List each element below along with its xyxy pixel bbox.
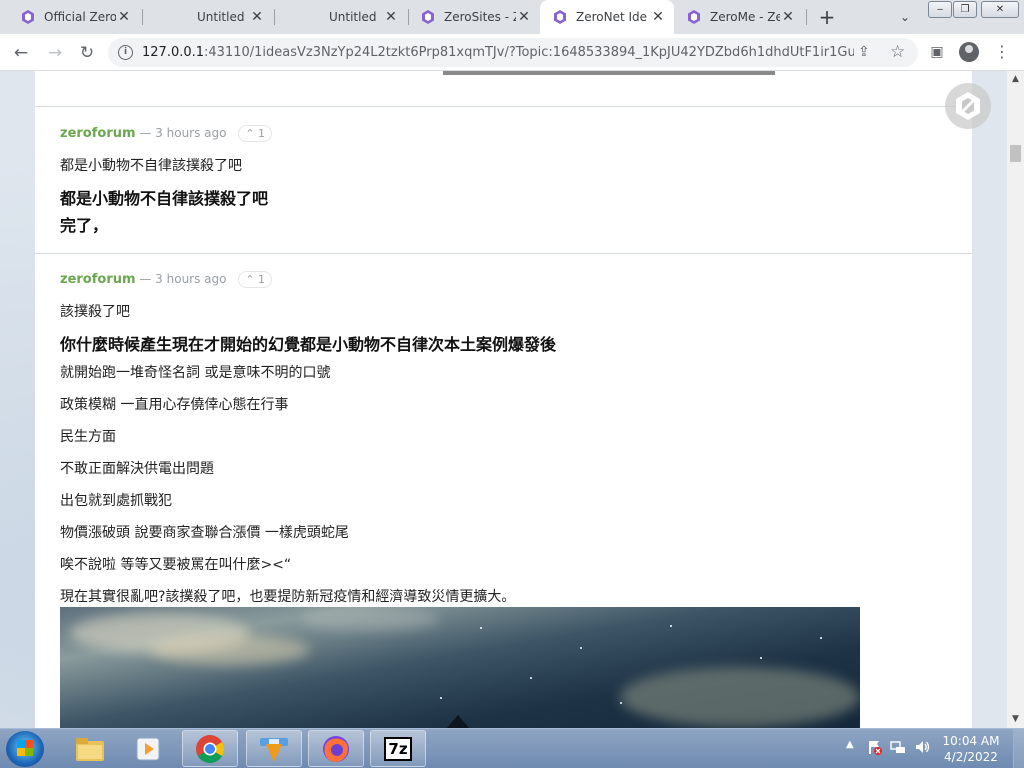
tab-untitled-2[interactable]: Untitled ✕: [275, 0, 407, 34]
night-sky-image: [60, 607, 860, 728]
firefox-icon: [323, 735, 349, 762]
image-bottom-edge: [443, 71, 775, 75]
reload-icon[interactable]: ↻: [76, 42, 98, 64]
media-player-icon: [136, 737, 160, 760]
show-hidden-icons-chevron-icon[interactable]: ▲: [846, 739, 854, 750]
comment-text: 該撲殺了吧: [60, 304, 130, 320]
comment-text: 出包就到處抓戰犯: [60, 493, 172, 509]
url-text[interactable]: 127.0.0.1:43110/1ideasVz3NzYp24L2tzkt6Pr…: [142, 45, 854, 60]
windows-logo-icon: [17, 740, 33, 756]
comment-divider: [35, 253, 972, 254]
vertical-scrollbar[interactable]: ▲ ▼: [1007, 71, 1024, 728]
tab-title: ZeroSites - Z: [444, 10, 516, 24]
tab-strip: Official Zero ✕ Untitled ✕ Untitled ✕ Ze…: [0, 0, 1024, 34]
close-icon[interactable]: ✕: [780, 9, 796, 25]
comment-text: 現在其實很亂吧?該撲殺了吧，也要提防新冠疫情和經濟導致災情更擴大。: [60, 589, 516, 605]
comment-header: zeroforum — 3 hours ago ⌃ 1: [60, 125, 273, 142]
comment-divider: [35, 106, 972, 107]
tab-official-zeronet[interactable]: Official Zero ✕: [8, 0, 140, 34]
comment-text: 不敢正面解決供電出問題: [60, 461, 214, 477]
7zip-icon: 7z: [384, 736, 412, 761]
new-tab-button[interactable]: +: [816, 6, 838, 28]
comment-author[interactable]: zeroforum: [60, 272, 136, 287]
back-arrow-icon[interactable]: ←: [10, 42, 32, 64]
comment-time: — 3 hours ago: [139, 126, 227, 140]
comment-time: — 3 hours ago: [139, 272, 227, 286]
zeronet-icon: [686, 9, 702, 25]
clock-date: 4/2/2022: [944, 750, 998, 764]
blank-page-icon: [155, 9, 171, 25]
start-button[interactable]: [6, 731, 44, 767]
upvote-button[interactable]: ⌃ 1: [238, 271, 273, 288]
scrollbar-thumb[interactable]: [1010, 145, 1021, 162]
browser-toolbar: ← → ↻ i 127.0.0.1:43110/1ideasVz3NzYp24L…: [0, 34, 1024, 71]
zeronet-icon: [420, 9, 436, 25]
share-icon[interactable]: ⇪: [858, 44, 870, 60]
scroll-up-arrow-icon[interactable]: ▲: [1007, 71, 1024, 88]
windows-taskbar: 7z ▲ 10:04 AM 4/2/2022: [0, 728, 1024, 768]
comment-header: zeroforum — 3 hours ago ⌃ 1: [60, 271, 273, 288]
tab-title: ZeroNet Ide: [576, 10, 648, 24]
profile-avatar-icon[interactable]: [959, 42, 979, 62]
tab-zeronet-ideas[interactable]: ZeroNet Ide ✕: [540, 0, 674, 34]
media-player-taskbar-button[interactable]: [121, 730, 177, 767]
comment-text: 都是小動物不自律該撲殺了吧: [60, 158, 242, 174]
chrome-taskbar-button[interactable]: [182, 730, 238, 767]
clock-time: 10:04 AM: [942, 734, 1000, 748]
close-icon[interactable]: ✕: [383, 9, 399, 25]
zeronet-menu-button[interactable]: [945, 83, 991, 129]
tab-title: Untitled: [329, 10, 377, 24]
download-manager-icon: [260, 737, 288, 762]
scroll-down-arrow-icon[interactable]: ▼: [1007, 711, 1024, 728]
comment-text: 唉不說啦 等等又要被罵在叫什麼><“: [60, 557, 292, 573]
comment-text: 就開始跑一堆奇怪名詞 或是意味不明的口號: [60, 365, 331, 381]
7zip-taskbar-button[interactable]: 7z: [370, 730, 426, 767]
zeronet-icon: [20, 9, 36, 25]
tab-untitled-1[interactable]: Untitled ✕: [143, 0, 273, 34]
tab-zerome[interactable]: ZeroMe - Ze ✕: [674, 0, 804, 34]
menu-kebab-icon[interactable]: ⋮: [992, 42, 1012, 62]
forward-arrow-icon[interactable]: →: [44, 42, 66, 64]
volume-icon[interactable]: [914, 739, 930, 755]
address-bar[interactable]: i 127.0.0.1:43110/1ideasVz3NzYp24L2tzkt6…: [108, 38, 918, 67]
close-icon[interactable]: ✕: [516, 9, 532, 25]
comment-text: 物價漲破頭 說要商家查聯合漲價 一樣虎頭蛇尾: [60, 525, 349, 541]
close-icon[interactable]: ✕: [249, 9, 265, 25]
upvote-button[interactable]: ⌃ 1: [238, 125, 273, 142]
download-manager-taskbar-button[interactable]: [246, 730, 302, 767]
chrome-icon: [196, 734, 224, 763]
minimize-button[interactable]: ‒: [928, 1, 952, 18]
blank-page-icon: [287, 9, 303, 25]
explorer-taskbar-button[interactable]: [62, 730, 118, 767]
zeronet-logo-icon: [956, 92, 980, 120]
site-info-icon[interactable]: i: [118, 45, 133, 60]
close-icon[interactable]: ✕: [116, 9, 132, 25]
comment-heading: 都是小動物不自律該撲殺了吧: [60, 189, 269, 208]
bookmark-star-icon[interactable]: ☆: [890, 42, 905, 62]
network-icon[interactable]: [890, 739, 906, 755]
tab-title: Official Zero: [44, 10, 116, 24]
close-window-button[interactable]: ✕: [981, 1, 1019, 18]
tab-search-chevron-icon[interactable]: ⌄: [896, 8, 914, 26]
zeronet-icon: [552, 9, 568, 25]
show-desktop-button[interactable]: [1013, 729, 1024, 768]
folder-icon: [76, 737, 104, 761]
comment-text: 政策模糊 一直用心存僥倖心態在行事: [60, 397, 289, 413]
comment-heading: 完了，: [60, 216, 109, 235]
system-clock[interactable]: 10:04 AM 4/2/2022: [936, 733, 1006, 765]
tab-title: Untitled: [197, 10, 245, 24]
action-center-flag-icon[interactable]: [866, 739, 882, 755]
side-panel-icon[interactable]: ▣: [927, 42, 947, 62]
close-icon[interactable]: ✕: [650, 9, 666, 25]
page-viewport: zeroforum — 3 hours ago ⌃ 1 都是小動物不自律該撲殺了…: [0, 71, 1007, 728]
comment-heading: 你什麼時候產生現在才開始的幻覺都是小動物不自律次本土案例爆發後: [60, 335, 557, 354]
firefox-taskbar-button[interactable]: [308, 730, 364, 767]
comment-text: 民生方面: [60, 429, 116, 445]
tab-title: ZeroMe - Ze: [710, 10, 780, 24]
restore-button[interactable]: ❐: [953, 1, 977, 18]
tab-zerosites[interactable]: ZeroSites - Z ✕: [408, 0, 540, 34]
comment-author[interactable]: zeroforum: [60, 126, 136, 141]
